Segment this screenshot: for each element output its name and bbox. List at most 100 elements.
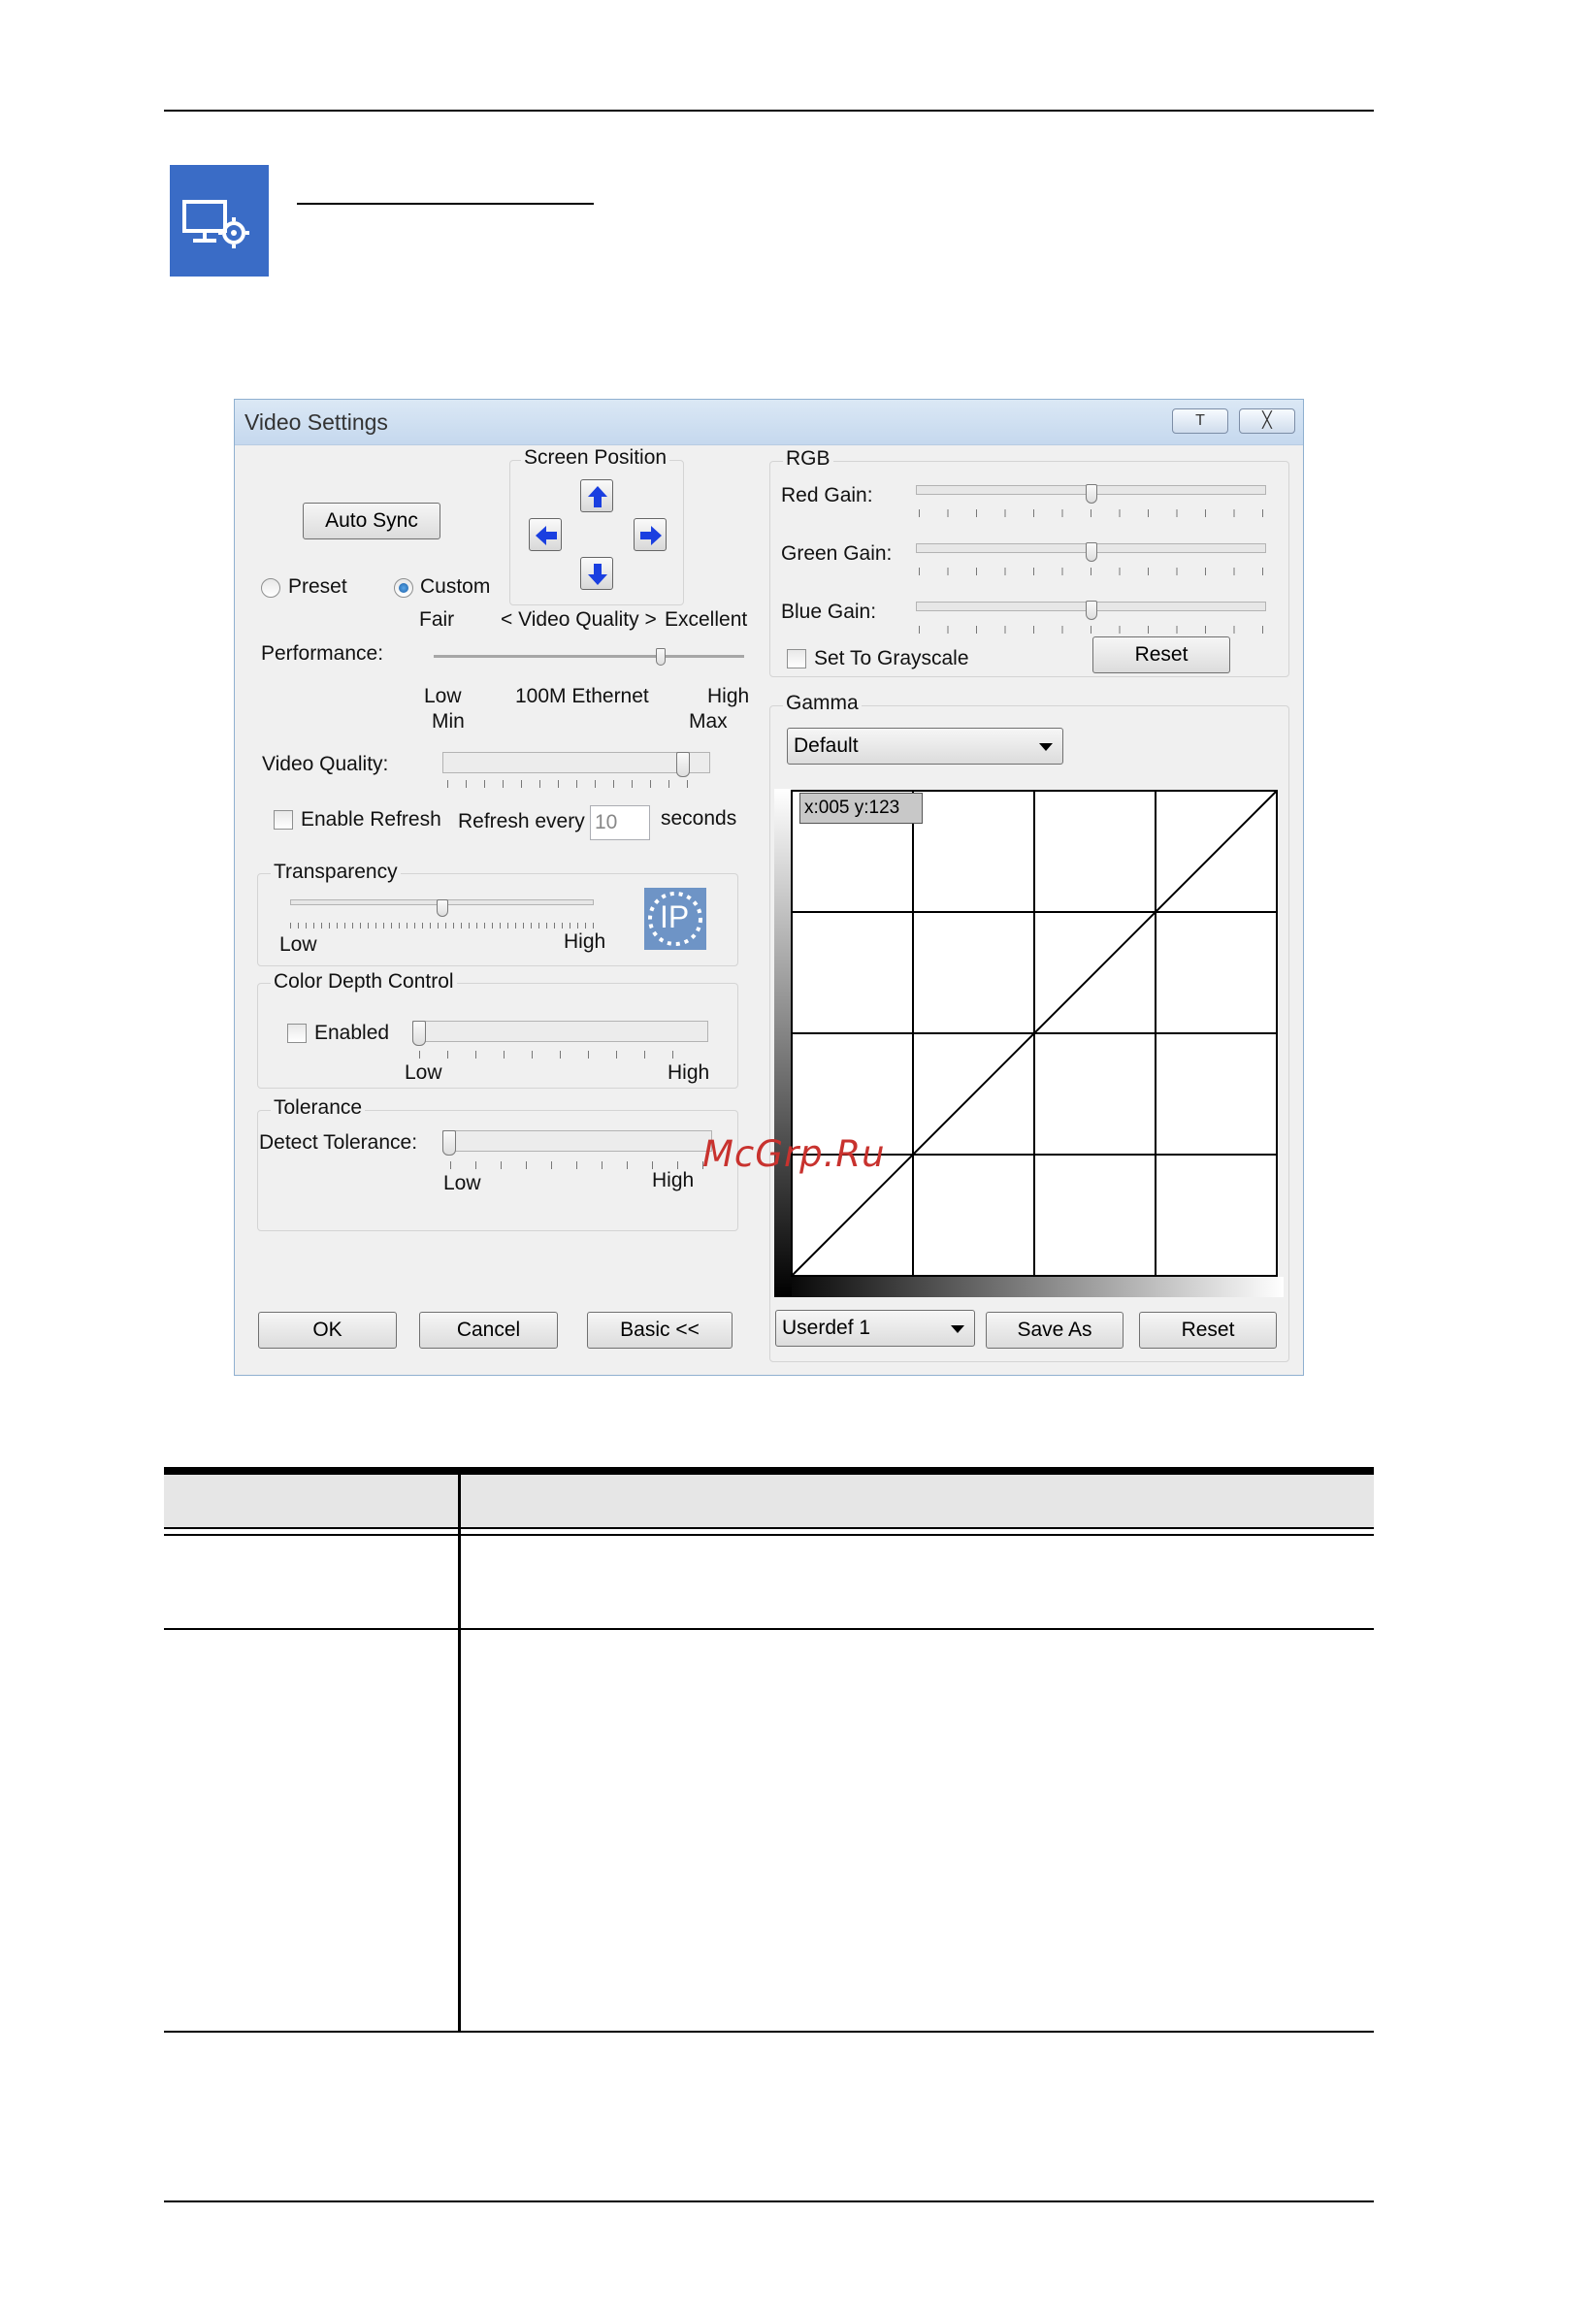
performance-label: Performance: <box>261 642 384 665</box>
transparency-title: Transparency <box>271 861 401 884</box>
move-left-button[interactable] <box>529 518 562 551</box>
color-depth-slider-track[interactable] <box>412 1021 708 1042</box>
grayscale-label: Set To Grayscale <box>814 647 969 669</box>
red-gain-slider-thumb[interactable] <box>1085 484 1097 504</box>
move-right-button[interactable] <box>634 518 667 551</box>
green-gain-slider-thumb[interactable] <box>1085 542 1097 562</box>
transparency-ticks <box>290 923 594 929</box>
blue-gain-label: Blue Gain: <box>781 601 877 623</box>
table-bottom-rule <box>164 2031 1374 2033</box>
arrow-left-icon <box>536 526 557 545</box>
auto-sync-button[interactable]: Auto Sync <box>303 503 440 539</box>
performance-max-label: Max <box>689 710 728 733</box>
red-gain-ticks <box>919 509 1265 517</box>
custom-label: Custom <box>420 575 491 598</box>
table-top-rule <box>164 1467 1374 1475</box>
enable-refresh-label: Enable Refresh <box>301 808 441 831</box>
performance-video-quality-label: < Video Quality > <box>501 608 657 631</box>
grayscale-checkbox[interactable] <box>787 649 806 668</box>
header-rule <box>164 110 1374 112</box>
gamma-profile-select[interactable]: Userdef 1 <box>775 1310 975 1347</box>
move-down-button[interactable] <box>580 557 613 590</box>
arrow-up-icon <box>588 486 607 507</box>
performance-ethernet-label: 100M Ethernet <box>515 685 649 707</box>
transparency-low-label: Low <box>279 933 317 956</box>
gamma-profile-value: Userdef 1 <box>782 1317 871 1339</box>
table-column-divider <box>458 1475 461 2033</box>
rgb-reset-button[interactable]: Reset <box>1092 636 1230 673</box>
video-quality-ticks <box>447 780 705 788</box>
dialog-title: Video Settings <box>244 409 388 435</box>
performance-low-label: Low <box>424 685 462 707</box>
pin-button[interactable]: T <box>1172 408 1228 434</box>
video-quality-slider-track[interactable] <box>442 752 710 773</box>
transparency-ip-icon: IP <box>644 888 706 950</box>
gamma-preset-select[interactable]: Default <box>787 728 1063 765</box>
cancel-button[interactable]: Cancel <box>419 1312 558 1349</box>
screen-position-title: Screen Position <box>521 446 670 470</box>
watermark-text: McGrp.Ru <box>702 1133 886 1175</box>
arrow-right-icon <box>640 526 662 545</box>
gamma-coordinate-tooltip: x:005 y:123 <box>799 793 923 824</box>
chevron-down-icon <box>951 1325 964 1333</box>
tolerance-title: Tolerance <box>271 1096 366 1120</box>
performance-high-label: High <box>707 685 750 707</box>
video-quality-slider-thumb[interactable] <box>676 752 691 777</box>
refresh-every-label: Refresh every <box>458 810 585 832</box>
blue-gain-ticks <box>919 626 1265 634</box>
performance-slider-track[interactable] <box>434 655 744 658</box>
refresh-interval-input[interactable]: 10 <box>590 805 650 840</box>
gamma-reset-button[interactable]: Reset <box>1139 1312 1277 1349</box>
video-quality-label: Video Quality: <box>262 753 389 775</box>
preset-radio[interactable] <box>261 578 280 598</box>
color-depth-ticks <box>419 1051 700 1059</box>
transparency-slider-thumb[interactable] <box>436 899 448 917</box>
table-header-row <box>164 1475 1374 1527</box>
arrow-down-icon <box>588 564 607 585</box>
tolerance-ticks <box>450 1161 704 1169</box>
table-row-rule <box>164 1628 1374 1630</box>
footer-rule <box>164 2200 1374 2202</box>
color-depth-title: Color Depth Control <box>271 970 457 994</box>
color-depth-slider-thumb[interactable] <box>412 1021 426 1046</box>
blue-gain-slider-thumb[interactable] <box>1085 601 1097 620</box>
performance-fair-label: Fair <box>419 608 455 631</box>
table-header-rule <box>164 1527 1374 1529</box>
basic-button[interactable]: Basic << <box>587 1312 733 1349</box>
tolerance-slider-track[interactable] <box>442 1130 712 1152</box>
rgb-title: RGB <box>783 447 833 471</box>
tolerance-high-label: High <box>652 1169 695 1191</box>
color-depth-low-label: Low <box>405 1061 442 1084</box>
gamma-curve-graph[interactable] <box>774 789 1284 1297</box>
transparency-high-label: High <box>564 930 606 953</box>
chevron-down-icon <box>1039 743 1053 751</box>
color-depth-high-label: High <box>668 1061 710 1084</box>
dialog-titlebar[interactable]: Video Settings T ╳ <box>235 400 1303 445</box>
color-depth-enabled-label: Enabled <box>314 1022 390 1044</box>
video-settings-dialog: Video Settings T ╳ Screen Position Auto … <box>234 399 1304 1376</box>
red-gain-label: Red Gain: <box>781 484 873 506</box>
move-up-button[interactable] <box>580 479 613 512</box>
preset-label: Preset <box>288 575 347 598</box>
green-gain-ticks <box>919 568 1265 575</box>
enable-refresh-checkbox[interactable] <box>274 810 293 830</box>
performance-excellent-label: Excellent <box>665 608 748 631</box>
table-header-rule-double <box>164 1534 1374 1536</box>
video-settings-feature-icon <box>170 165 269 277</box>
performance-slider-thumb[interactable] <box>656 648 667 666</box>
gamma-input-gradient <box>774 1277 1284 1297</box>
green-gain-label: Green Gain: <box>781 542 893 565</box>
gamma-output-gradient <box>774 789 792 1297</box>
custom-radio[interactable] <box>394 578 413 598</box>
heading-underline <box>297 203 594 205</box>
gamma-title: Gamma <box>783 692 862 715</box>
color-depth-enabled-checkbox[interactable] <box>287 1024 307 1043</box>
gamma-save-as-button[interactable]: Save As <box>986 1312 1124 1349</box>
ip-badge-text: IP <box>660 899 690 934</box>
gamma-preset-value: Default <box>794 734 859 757</box>
close-button[interactable]: ╳ <box>1239 408 1295 434</box>
ok-button[interactable]: OK <box>258 1312 397 1349</box>
refresh-seconds-label: seconds <box>661 807 737 830</box>
tolerance-slider-thumb[interactable] <box>442 1130 456 1156</box>
detect-tolerance-label: Detect Tolerance: <box>259 1131 418 1154</box>
